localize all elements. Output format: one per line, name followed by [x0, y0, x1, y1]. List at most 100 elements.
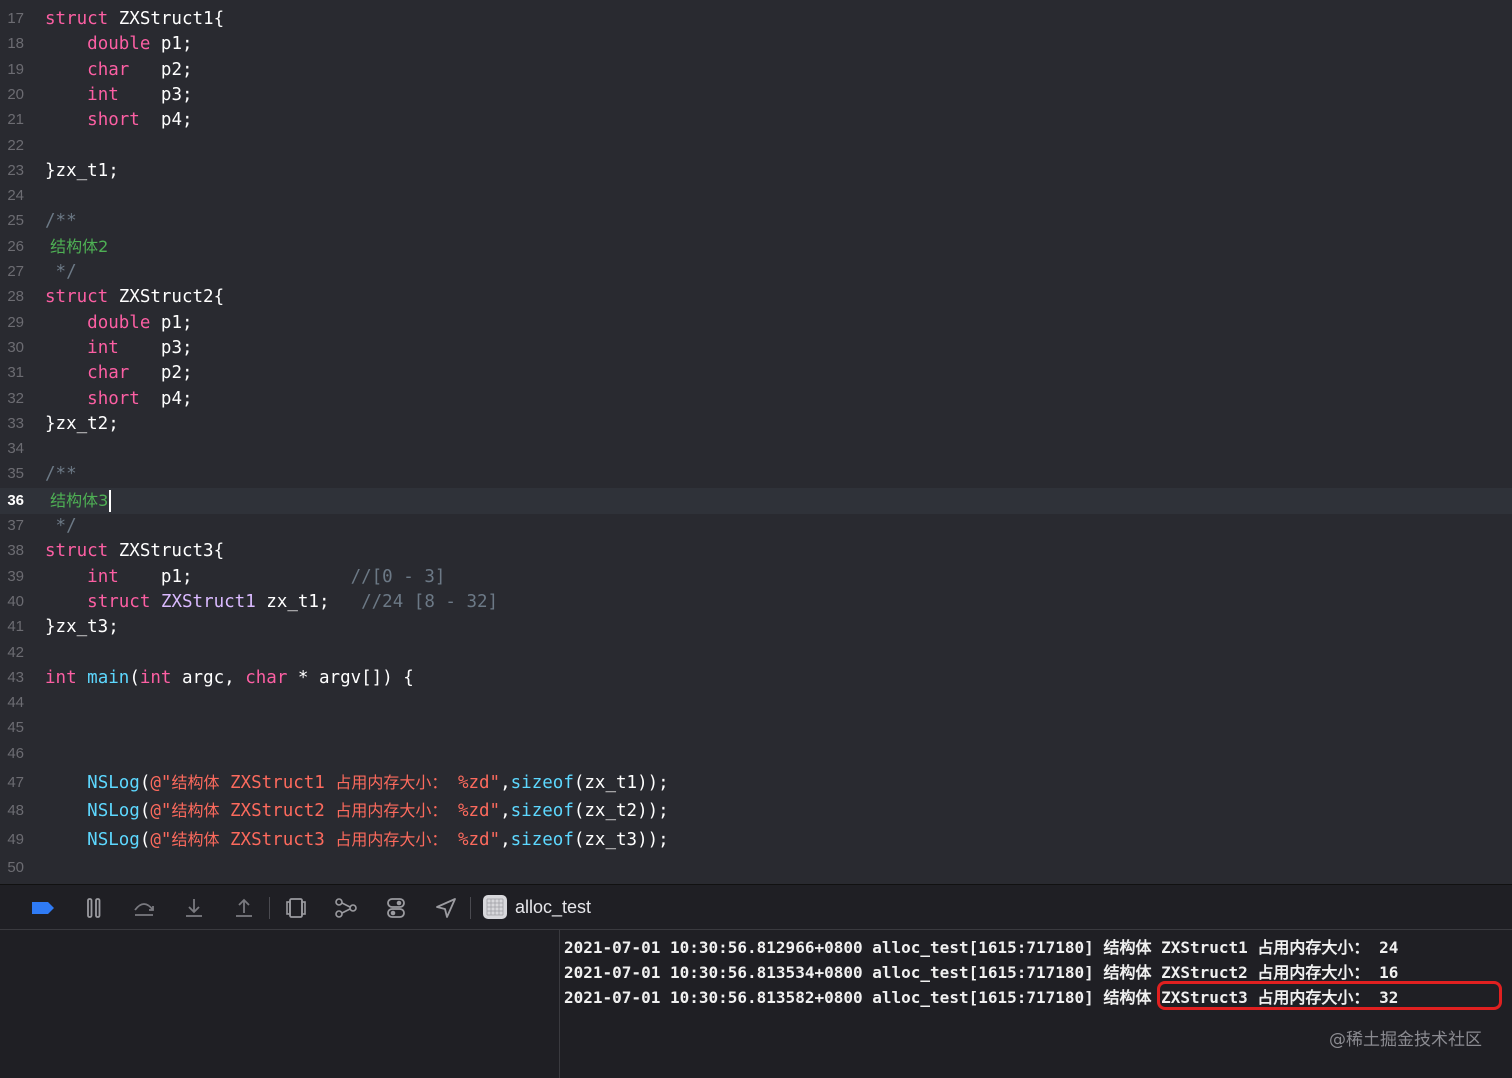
line-number: 31: [7, 364, 24, 382]
code-line[interactable]: 30 int p3;: [0, 335, 1512, 361]
code-text[interactable]: struct ZXStruct2{: [45, 284, 224, 310]
code-text[interactable]: NSLog(@"结构体 ZXStruct1 占用内存大小： %zd",sizeo…: [45, 770, 669, 796]
breakpoint-toggle-icon[interactable]: [31, 896, 55, 920]
code-line[interactable]: 31 char p2;: [0, 360, 1512, 386]
code-line[interactable]: 49 NSLog(@"结构体 ZXStruct3 占用内存大小： %zd",si…: [0, 827, 1512, 853]
line-number: 37: [7, 517, 24, 534]
code-line[interactable]: 48 NSLog(@"结构体 ZXStruct2 占用内存大小： %zd",si…: [0, 798, 1512, 824]
code-text[interactable]: int p1; //[0 - 3]: [45, 564, 445, 590]
line-number: 48: [7, 802, 24, 820]
code-line[interactable]: 43 int main(int argc, char * argv[]) {: [0, 665, 1512, 691]
toolbar-divider: [470, 897, 471, 919]
code-line[interactable]: 39 int p1; //[0 - 3]: [0, 564, 1512, 590]
view-debugger-icon[interactable]: [284, 896, 308, 920]
line-number: 23: [7, 161, 24, 179]
code-text[interactable]: NSLog(@"结构体 ZXStruct3 占用内存大小： %zd",sizeo…: [45, 827, 669, 853]
code-line[interactable]: 47 NSLog(@"结构体 ZXStruct1 占用内存大小： %zd",si…: [0, 770, 1512, 796]
code-text[interactable]: double p1;: [45, 31, 192, 57]
line-number: 39: [7, 567, 24, 585]
console-output[interactable]: 2021-07-01 10:30:56.812966+0800 alloc_te…: [560, 930, 1512, 1078]
line-number: 47: [7, 774, 24, 791]
line-number: 45: [7, 719, 24, 737]
code-line[interactable]: 50: [0, 855, 1512, 881]
code-line[interactable]: 26 结构体2: [0, 234, 1512, 260]
pause-icon[interactable]: [82, 896, 106, 920]
code-line[interactable]: 24: [0, 183, 1512, 209]
code-line[interactable]: 29 double p1;: [0, 310, 1512, 336]
code-text[interactable]: }zx_t1;: [45, 158, 119, 184]
code-text[interactable]: }zx_t3;: [45, 614, 119, 640]
text-cursor: [109, 489, 112, 512]
code-text[interactable]: */: [45, 259, 77, 285]
line-number: 30: [7, 338, 24, 356]
code-line[interactable]: 46: [0, 741, 1512, 767]
line-number: 25: [7, 212, 24, 230]
line-number: 46: [7, 744, 24, 762]
line-number: 50: [7, 858, 24, 876]
console-log-line: 2021-07-01 10:30:56.812966+0800 alloc_te…: [564, 938, 1399, 957]
code-text[interactable]: struct ZXStruct1{: [45, 6, 224, 32]
code-line[interactable]: 18 double p1;: [0, 31, 1512, 57]
code-text[interactable]: struct ZXStruct3{: [45, 538, 224, 564]
line-number: 26: [7, 237, 24, 255]
scheme-label[interactable]: alloc_test: [515, 897, 591, 918]
code-line[interactable]: 22: [0, 133, 1512, 159]
code-text[interactable]: 结构体3: [45, 488, 112, 514]
code-line[interactable]: 19 char p2;: [0, 57, 1512, 83]
code-text[interactable]: 结构体2: [45, 234, 108, 260]
code-line[interactable]: 44: [0, 690, 1512, 716]
code-line[interactable]: 37 */: [0, 513, 1512, 539]
code-text[interactable]: short p4;: [45, 107, 192, 133]
code-text[interactable]: int main(int argc, char * argv[]) {: [45, 665, 414, 691]
line-number: 40: [7, 592, 24, 610]
code-line[interactable]: 27 */: [0, 259, 1512, 285]
code-text[interactable]: char p2;: [45, 57, 192, 83]
line-number: 27: [7, 263, 24, 280]
code-text[interactable]: int p3;: [45, 82, 192, 108]
code-line[interactable]: 38 struct ZXStruct3{: [0, 538, 1512, 564]
code-line[interactable]: 40 struct ZXStruct1 zx_t1; //24 [8 - 32]: [0, 589, 1512, 615]
step-over-icon[interactable]: [132, 896, 156, 920]
code-line[interactable]: 25 /**: [0, 208, 1512, 234]
line-number: 32: [7, 389, 24, 407]
code-line[interactable]: 32 short p4;: [0, 386, 1512, 412]
code-line[interactable]: 41}zx_t3;: [0, 614, 1512, 640]
line-number: 34: [7, 440, 24, 458]
watermark: @稀土掘金技术社区: [1329, 1030, 1482, 1050]
code-editor[interactable]: 17 struct ZXStruct1{18 double p1; 19 char …: [0, 0, 1512, 884]
code-line[interactable]: 28 struct ZXStruct2{: [0, 284, 1512, 310]
simulate-location-icon[interactable]: [434, 896, 458, 920]
code-text[interactable]: /**: [45, 461, 77, 487]
console-log-line: 2021-07-01 10:30:56.813534+0800 alloc_te…: [564, 963, 1399, 982]
code-line[interactable]: 17 struct ZXStruct1{: [0, 6, 1512, 32]
app-icon[interactable]: [483, 895, 507, 919]
code-line[interactable]: 33}zx_t2;: [0, 411, 1512, 437]
code-text[interactable]: short p4;: [45, 386, 192, 412]
step-into-icon[interactable]: [182, 896, 206, 920]
code-line[interactable]: 42: [0, 640, 1512, 666]
line-number: 35: [7, 465, 24, 483]
line-number: 18: [7, 35, 24, 53]
code-line[interactable]: 36 结构体3: [0, 487, 1512, 514]
code-text[interactable]: NSLog(@"结构体 ZXStruct2 占用内存大小： %zd",sizeo…: [45, 798, 669, 824]
code-line[interactable]: 21 short p4;: [0, 107, 1512, 133]
code-line[interactable]: 23 }zx_t1;: [0, 158, 1512, 184]
code-line[interactable]: 34: [0, 436, 1512, 462]
variables-view[interactable]: [0, 930, 560, 1078]
line-number: 22: [7, 136, 24, 154]
code-text[interactable]: struct ZXStruct1 zx_t1; //24 [8 - 32]: [45, 589, 498, 615]
line-number: 38: [7, 542, 24, 560]
line-number: 44: [7, 694, 24, 712]
environment-overrides-icon[interactable]: [384, 896, 408, 920]
code-text[interactable]: char p2;: [45, 360, 192, 386]
code-text[interactable]: */: [45, 513, 77, 539]
code-text[interactable]: int p3;: [45, 335, 192, 361]
code-text[interactable]: }zx_t2;: [45, 411, 119, 437]
code-line[interactable]: 35 /**: [0, 461, 1512, 487]
step-out-icon[interactable]: [232, 896, 256, 920]
code-text[interactable]: double p1;: [45, 310, 192, 336]
memory-graph-icon[interactable]: [334, 896, 358, 920]
code-text[interactable]: /**: [45, 208, 77, 234]
code-line[interactable]: 45: [0, 715, 1512, 741]
code-line[interactable]: 20 int p3;: [0, 82, 1512, 108]
